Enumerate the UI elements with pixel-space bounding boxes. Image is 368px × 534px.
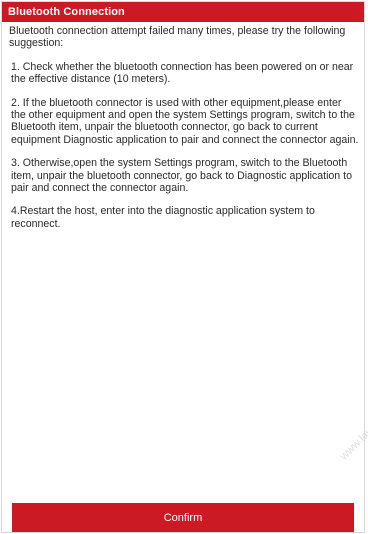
bluetooth-connection-dialog: Bluetooth Connection Bluetooth connectio…	[1, 1, 368, 533]
watermark: www.lau	[338, 425, 368, 463]
suggestion-3: 3. Otherwise,open the system Settings pr…	[11, 157, 352, 195]
suggestion-2: 2. If the bluetooth connector is used wi…	[11, 96, 359, 146]
dialog-title: Bluetooth Connection	[8, 6, 125, 18]
suggestion-4: 4.Restart the host, enter into the diagn…	[11, 205, 315, 230]
dialog-message: Bluetooth connection attempt failed many…	[9, 25, 359, 241]
confirm-button[interactable]: Confirm	[12, 503, 354, 532]
intro-text: Bluetooth connection attempt failed many…	[9, 25, 346, 50]
suggestion-1: 1. Check whether the bluetooth connectio…	[11, 60, 354, 86]
dialog-title-bar: Bluetooth Connection	[2, 2, 364, 22]
screen: Bluetooth Connection Bluetooth connectio…	[0, 0, 368, 534]
